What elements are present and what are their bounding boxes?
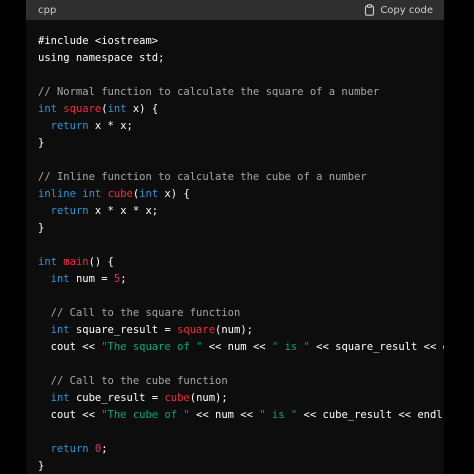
code-text: } (38, 222, 45, 234)
code-line: return x * x; (38, 118, 444, 135)
clipboard-icon (364, 4, 375, 16)
code-line: // Inline function to calculate the cube… (38, 169, 444, 186)
code-text: } (38, 137, 45, 149)
code-line: cout << "The square of " << num << " is … (38, 339, 444, 356)
code-text: ; (101, 443, 108, 455)
code-keyword: int (139, 188, 159, 200)
code-keyword: return (50, 120, 89, 132)
code-text: << cube_result << endl; (297, 409, 444, 421)
code-text: } (38, 460, 45, 472)
code-line: int square_result = square(num); (38, 322, 444, 339)
code-function-name: square (177, 324, 216, 336)
code-text: << num << (202, 341, 272, 353)
code-string: " is " (259, 409, 298, 421)
code-line: } (38, 135, 444, 152)
code-function-name: cube (107, 188, 133, 200)
code-text: #include <iostream> (38, 35, 159, 47)
code-line: using namespace std; (38, 50, 444, 67)
code-text: cout << (38, 341, 102, 353)
code-line: // Call to the cube function (38, 373, 444, 390)
code-keyword: int (82, 188, 102, 200)
copy-code-button[interactable]: Copy code (364, 4, 433, 16)
code-line: inline int cube(int x) { (38, 186, 444, 203)
code-block: cpp Copy code #include <iostream> using n… (26, 0, 444, 474)
code-text: ; (120, 273, 127, 285)
code-line: } (38, 458, 444, 474)
copy-code-label: Copy code (380, 4, 433, 16)
code-text: cout << (38, 409, 102, 421)
code-keyword: inline (38, 188, 76, 200)
code-keyword: return (50, 205, 89, 217)
code-line: } (38, 220, 444, 237)
code-text: square_result = (69, 324, 178, 336)
code-function-name: cube (164, 392, 190, 404)
code-text: () { (88, 256, 114, 268)
code-keyword: int (50, 324, 70, 336)
code-text: (num); (189, 392, 228, 404)
code-line: int main() { (38, 254, 444, 271)
code-line: #include <iostream> (38, 33, 444, 50)
code-comment: // Normal function to calculate the squa… (38, 86, 380, 98)
code-line: int num = 5; (38, 271, 444, 288)
code-text: x * x; (88, 120, 133, 132)
code-function-name: square (63, 103, 102, 115)
code-text: using namespace std; (38, 52, 165, 64)
code-text: cube_result = (69, 392, 165, 404)
code-line: // Call to the square function (38, 305, 444, 322)
code-keyword: return (50, 443, 89, 455)
code-keyword: int (50, 392, 70, 404)
code-comment: // Call to the cube function (50, 375, 228, 387)
code-line: // Normal function to calculate the squa… (38, 84, 444, 101)
code-text: << square_result << endl (316, 341, 444, 353)
code-line: return 0; (38, 441, 444, 458)
code-comment: // Call to the square function (50, 307, 241, 319)
code-keyword: int (38, 103, 57, 115)
code-content: #include <iostream> using namespace std; /… (38, 33, 444, 474)
code-text: num = (69, 273, 114, 285)
code-text: x * x * x; (88, 205, 159, 217)
code-line: return x * x * x; (38, 203, 444, 220)
code-block-header: cpp Copy code (26, 0, 444, 20)
code-line: int square(int x) { (38, 101, 444, 118)
code-line: cout << "The cube of " << num << " is " … (38, 407, 444, 424)
language-label: cpp (38, 4, 57, 16)
code-keyword: int (107, 103, 127, 115)
code-string: " is " (271, 341, 310, 353)
code-text: << num << (189, 409, 260, 421)
code-string: "The cube of " (101, 409, 190, 421)
code-string: "The square of " (101, 341, 203, 353)
code-keyword: int (50, 273, 70, 285)
code-text: (num); (215, 324, 253, 336)
code-comment: // Inline function to calculate the cube… (38, 171, 367, 183)
code-text: x) { (158, 188, 190, 200)
code-line: int cube_result = cube(num); (38, 390, 444, 407)
code-keyword: int (38, 256, 57, 268)
code-text: x) { (126, 103, 159, 115)
code-function-name: main (63, 256, 89, 268)
